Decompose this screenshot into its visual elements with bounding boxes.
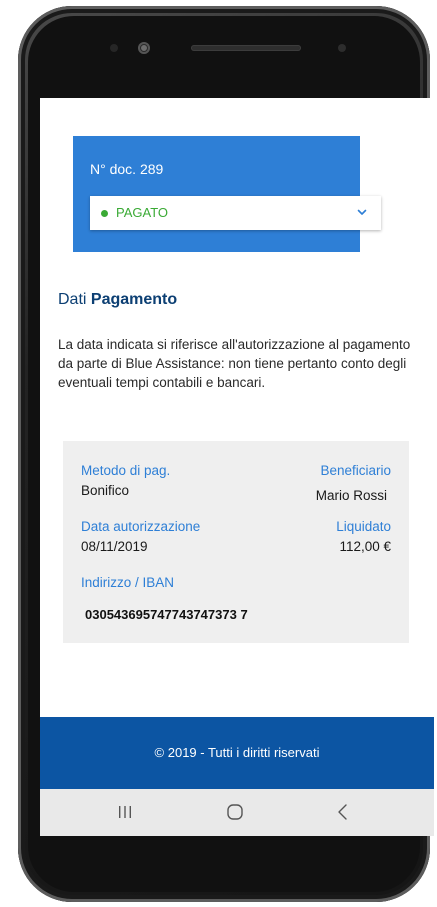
android-navigation-bar xyxy=(40,789,434,836)
page-footer: © 2019 - Tutti i diritti riservati xyxy=(40,717,434,789)
proximity-sensor xyxy=(110,44,118,52)
section-title: Dati Pagamento xyxy=(58,291,177,309)
authorization-date-value: 08/11/2019 xyxy=(81,539,148,554)
section-title-bold: Pagamento xyxy=(90,291,178,308)
section-title-prefix: Dati xyxy=(58,291,87,308)
payment-details-box: Metodo di pag. Bonifico Beneficiario Mar… xyxy=(63,441,409,643)
status-dropdown[interactable]: PAGATO xyxy=(90,196,381,230)
document-number: N° doc. 289 xyxy=(90,161,164,177)
iban-label: Indirizzo / IBAN xyxy=(81,575,175,590)
beneficiary-label: Beneficiario xyxy=(320,463,391,478)
document-header-card: N° doc. 289 PAGATO xyxy=(73,136,381,252)
status-dot-icon xyxy=(101,210,108,217)
section-description: La data indicata si riferisce all'autori… xyxy=(58,337,411,390)
chevron-down-icon xyxy=(357,209,367,215)
app-screen: N° doc. 289 PAGATO Dati Pagamento La dat… xyxy=(40,98,434,836)
status-label: PAGATO xyxy=(116,205,169,220)
light-sensor xyxy=(338,44,346,52)
paid-amount-label: Liquidato xyxy=(336,519,391,534)
beneficiary-value: Mario Rossi xyxy=(315,488,387,503)
front-camera-icon xyxy=(138,42,150,54)
back-icon[interactable] xyxy=(328,799,358,825)
copyright-text: © 2019 - Tutti i diritti riservati xyxy=(154,745,320,760)
authorization-date-label: Data autorizzazione xyxy=(81,519,201,534)
iban-value: 030543695747743747373 7 xyxy=(85,607,248,622)
earpiece-speaker xyxy=(191,45,301,51)
recent-apps-icon[interactable] xyxy=(110,799,140,825)
paid-amount-value: 112,00 € xyxy=(339,539,391,554)
payment-method-value: Bonifico xyxy=(81,483,130,498)
payment-method-label: Metodo di pag. xyxy=(81,463,171,478)
home-icon[interactable] xyxy=(220,799,250,825)
